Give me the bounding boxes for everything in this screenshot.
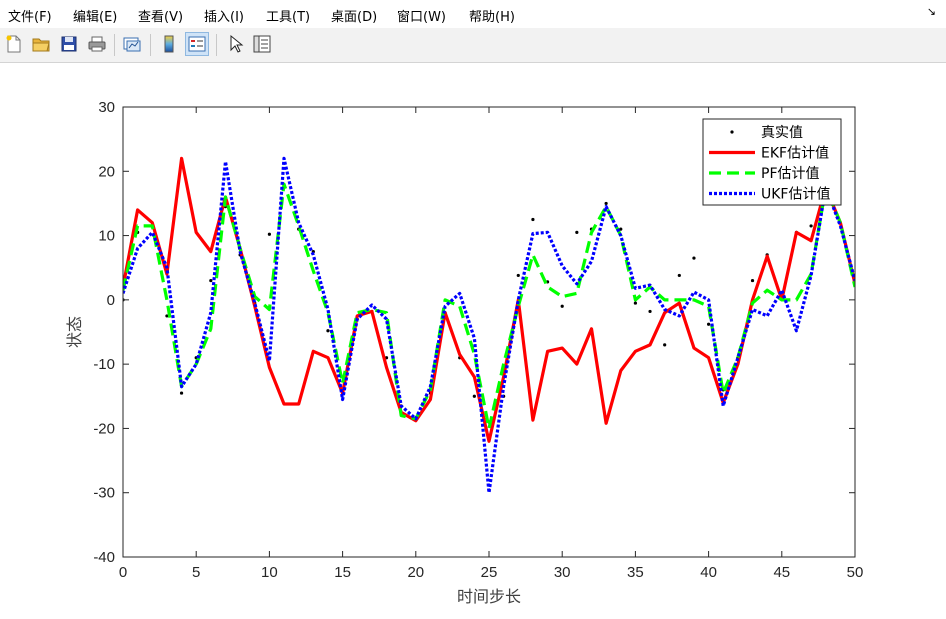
menu-window[interactable]: 窗口(W) — [397, 6, 446, 25]
truth-point — [472, 394, 476, 398]
truth-point — [633, 301, 638, 305]
figure-canvas: 0 5 10 15 20 25 30 35 40 45 50 -40 -30 -20 -10 0 10 20 30 时… — [0, 63, 946, 619]
menu-bar: 文件(F) 编辑(E) 查看(V) 插入(I) 工具(T) 桌面(D) 窗口(W… — [0, 0, 946, 28]
y-tick-label: 10 — [98, 228, 115, 245]
menu-tools[interactable]: 工具(T) — [266, 6, 310, 25]
menu-help[interactable]: 帮助(H) — [469, 6, 515, 25]
y-tick-label: -40 — [93, 549, 115, 566]
save-icon[interactable] — [57, 32, 81, 56]
menu-desktop[interactable]: 桌面(D) — [331, 6, 377, 25]
pointer-icon[interactable] — [223, 32, 247, 56]
menu-edit[interactable]: 编辑(E) — [73, 6, 117, 25]
legend-label: UKF估计值 — [761, 187, 830, 203]
x-tick-label: 10 — [261, 564, 278, 581]
x-tick-label: 5 — [192, 564, 200, 581]
x-axis-label: 时间步长 — [457, 587, 521, 606]
y-tick-label: -10 — [93, 356, 115, 373]
open-folder-icon[interactable] — [29, 32, 53, 56]
dock-arrow-icon[interactable]: ↘ — [927, 5, 936, 18]
truth-point — [604, 201, 608, 206]
x-tick-label: 15 — [334, 564, 351, 581]
legend-label: 真实值 — [761, 125, 803, 141]
truth-point — [179, 391, 184, 395]
new-file-icon[interactable] — [2, 32, 26, 56]
x-tick-label: 30 — [554, 564, 571, 581]
truth-point — [809, 224, 813, 228]
y-tick-label: 30 — [98, 99, 115, 116]
truth-point — [326, 329, 330, 333]
truth-point — [560, 304, 564, 308]
insert-legend-icon[interactable] — [185, 32, 209, 56]
y-axis-label: 状态 — [65, 316, 84, 348]
truth-point — [267, 232, 271, 236]
x-tick-label: 0 — [119, 564, 127, 581]
truth-point — [648, 309, 652, 314]
toolbar — [0, 28, 946, 63]
truth-point — [516, 273, 520, 278]
insert-colorbar-icon[interactable] — [157, 32, 181, 56]
truth-point — [750, 278, 755, 283]
menu-view[interactable]: 查看(V) — [138, 6, 183, 25]
menu-insert[interactable]: 插入(I) — [204, 6, 244, 25]
truth-point — [209, 278, 213, 283]
legend-label: PF估计值 — [761, 166, 820, 182]
x-tick-label: 45 — [773, 564, 790, 581]
print-icon[interactable] — [85, 32, 109, 56]
truth-point — [677, 273, 681, 278]
x-tick-label: 25 — [481, 564, 498, 581]
line-chart: 0 5 10 15 20 25 30 35 40 45 50 -40 -30 -20 -10 0 10 20 30 时… — [65, 99, 864, 606]
x-tick-label: 40 — [700, 564, 717, 581]
y-tick-label: 0 — [107, 292, 115, 309]
truth-point — [663, 343, 667, 347]
link-plot-icon[interactable] — [120, 32, 144, 56]
y-tick-label: -30 — [93, 485, 115, 502]
truth-point — [707, 322, 711, 326]
truth-point — [692, 256, 696, 260]
property-inspector-icon[interactable] — [250, 32, 274, 56]
legend-label: EKF估计值 — [761, 146, 829, 162]
legend-marker — [730, 130, 734, 134]
y-tick-label: 20 — [98, 163, 115, 180]
truth-point — [575, 230, 579, 234]
x-tick-label: 35 — [627, 564, 644, 581]
y-tick-label: -20 — [93, 420, 115, 437]
truth-point — [531, 217, 535, 222]
menu-file[interactable]: 文件(F) — [8, 6, 52, 25]
x-tick-label: 50 — [847, 564, 864, 581]
x-tick-label: 20 — [407, 564, 424, 581]
